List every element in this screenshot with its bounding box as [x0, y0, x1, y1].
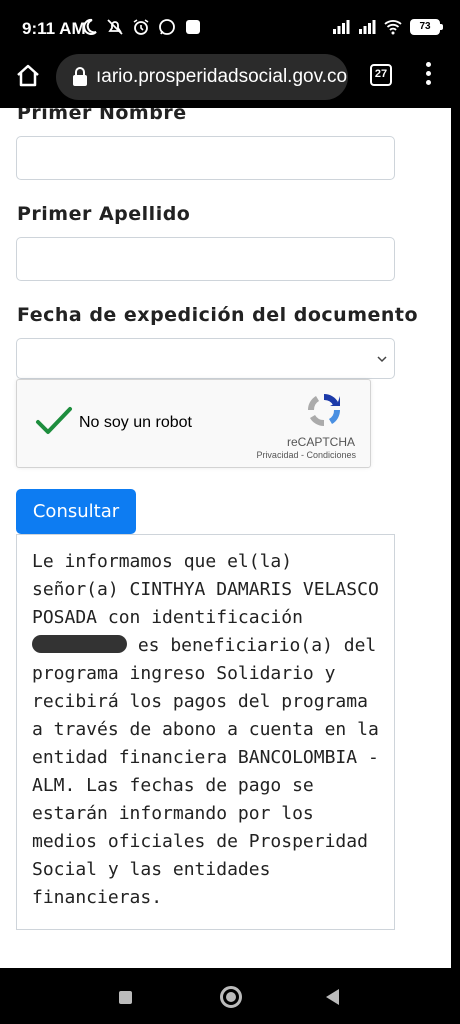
back-button[interactable] — [326, 989, 339, 1005]
checkmark-icon[interactable] — [35, 405, 73, 437]
expedition-date-label: Fecha de expedición del documento — [17, 304, 419, 326]
home-nav-button[interactable] — [220, 986, 242, 1008]
status-icons-left — [80, 18, 202, 36]
wifi-icon — [384, 20, 402, 35]
recaptcha-logo-icon — [307, 393, 341, 427]
captcha-label: No soy un robot — [79, 414, 192, 431]
dot-icon — [425, 62, 431, 67]
first-name-label: Primer Nombre — [17, 108, 187, 124]
result-text-part1: Le informamos que el(la) señor(a) CINTHY… — [32, 551, 379, 628]
recaptcha-links[interactable]: Privacidad - Condiciones — [256, 450, 356, 460]
whatsapp-icon — [159, 19, 175, 35]
address-bar[interactable]: ıario.prosperidadsocial.gov.co — [56, 54, 348, 100]
chevron-down-icon — [377, 356, 387, 363]
redacted-id — [32, 635, 127, 653]
system-navigation-bar — [0, 968, 460, 1024]
result-box: Le informamos que el(la) señor(a) CINTHY… — [16, 534, 395, 930]
url-text: ıario.prosperidadsocial.gov.co — [96, 66, 348, 87]
browser-menu-button[interactable] — [422, 62, 434, 90]
silent-icon — [107, 19, 123, 35]
signal-icon — [333, 20, 350, 34]
page-content: Primer Nombre Primer Apellido Fecha de e… — [0, 108, 451, 968]
dot-icon — [425, 71, 431, 76]
status-icons-right: 73 — [332, 18, 443, 36]
lock-icon — [73, 67, 87, 86]
expedition-date-select[interactable] — [16, 338, 395, 379]
recaptcha-brand: reCAPTCHA — [286, 435, 355, 449]
status-time: 9:11 AM — [22, 19, 86, 38]
first-name-input[interactable] — [16, 136, 395, 180]
moon-icon — [83, 18, 97, 35]
alarm-icon — [133, 19, 149, 35]
signal-icon — [359, 20, 376, 34]
home-icon[interactable] — [14, 62, 42, 90]
result-text-part2: es beneficiario(a) del programa ingreso … — [32, 635, 379, 908]
browser-toolbar: ıario.prosperidadsocial.gov.co 27 — [0, 46, 460, 108]
tab-switcher-button[interactable]: 27 — [370, 64, 392, 86]
recaptcha-widget: No soy un robot reCAPTCHA Privacidad - C… — [16, 379, 371, 468]
result-message: Le informamos que el(la) señor(a) CINTHY… — [32, 548, 387, 912]
first-surname-label: Primer Apellido — [17, 203, 191, 225]
dot-icon — [425, 80, 431, 85]
notification-icon — [186, 20, 200, 34]
consult-button[interactable]: Consultar — [16, 489, 136, 534]
recents-button[interactable] — [119, 991, 132, 1004]
first-surname-input[interactable] — [16, 237, 395, 281]
battery-indicator: 73 — [410, 19, 443, 35]
